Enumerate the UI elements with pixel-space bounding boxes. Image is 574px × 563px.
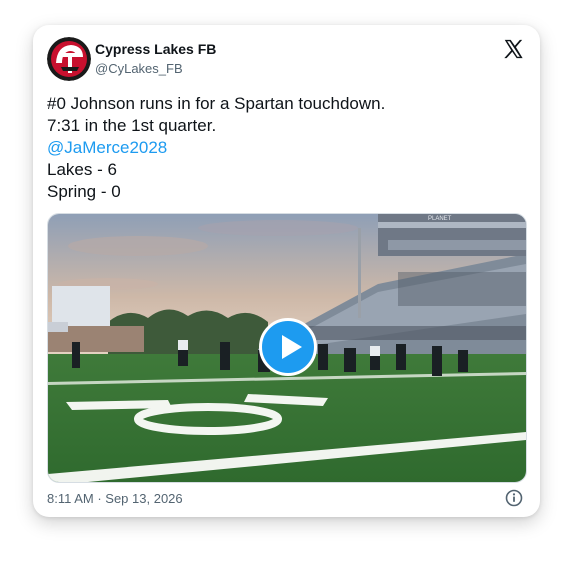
tweet-line: #0 Johnson runs in for a Spartan touchdo… <box>47 94 386 113</box>
score-line: Spring - 0 <box>47 182 121 201</box>
video-player[interactable]: PLANET <box>47 213 527 483</box>
info-icon[interactable] <box>505 489 523 507</box>
tweet-card: Cypress Lakes FB @CyLakes_FB #0 Johnson … <box>33 25 540 517</box>
play-icon <box>282 335 302 359</box>
team-logo-icon <box>47 37 91 81</box>
mention-link[interactable]: @JaMerce2028 <box>47 137 385 159</box>
stadium-sign: PLANET <box>428 216 452 222</box>
tweet-line: 7:31 in the 1st quarter. <box>47 116 217 135</box>
tweet-timestamp[interactable]: 8:11 AM · Sep 13, 2026 <box>47 491 183 506</box>
x-logo-icon[interactable] <box>502 38 524 60</box>
play-button[interactable] <box>259 318 317 376</box>
avatar[interactable] <box>47 37 91 81</box>
author-name[interactable]: Cypress Lakes FB <box>95 41 216 57</box>
tweet-text: #0 Johnson runs in for a Spartan touchdo… <box>47 93 385 203</box>
author-handle[interactable]: @CyLakes_FB <box>95 61 183 76</box>
score-line: Lakes - 6 <box>47 160 117 179</box>
